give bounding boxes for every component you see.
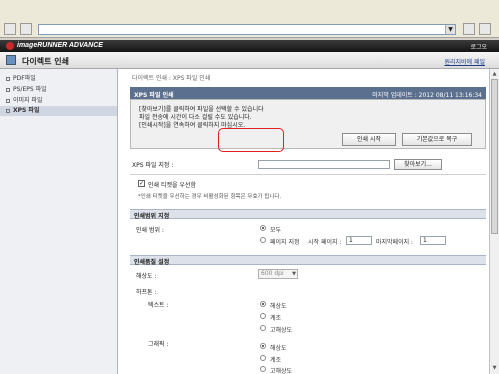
- bullet-icon: [6, 87, 10, 92]
- quality-section-header: 인쇄품질 설정: [130, 255, 486, 266]
- quality-section-title: 인쇄품질 설정: [134, 259, 170, 266]
- range-all-radio[interactable]: [260, 225, 266, 231]
- panel-title: XPS 파일 인쇄: [134, 92, 174, 99]
- browser-toolbar: ▼: [0, 0, 499, 38]
- last-updated: 마지막 업데이트 : 2012 08/11 13:16:34: [372, 92, 482, 99]
- ticket-note: *인쇄 티켓을 우선하는 경우 비활성화된 항목은 무효가 됩니다.: [138, 194, 282, 200]
- text-halftone-label: 텍스트 :: [148, 302, 169, 309]
- resolution-label: 해상도 :: [136, 273, 157, 280]
- back-icon[interactable]: [4, 23, 16, 35]
- panel-header: XPS 파일 인쇄 마지막 업데이트 : 2012 08/11 13:16:34: [130, 87, 486, 99]
- page-header: 다이렉트 인쇄 원리지비에 패일: [0, 52, 499, 69]
- bullet-icon: [6, 108, 10, 113]
- range-start-label: 시작 페이지 :: [308, 239, 342, 246]
- text-halftone-radio[interactable]: [260, 301, 266, 307]
- sidebar-item-image[interactable]: 이미지 파일: [6, 95, 43, 104]
- sidebar-item-label: PS/EPS 파일: [13, 86, 47, 93]
- browse-button[interactable]: 찾아보기...: [394, 159, 442, 170]
- graphic-halftone-option: 해상도: [270, 345, 287, 352]
- file-path-label: XPS 파일 지정 :: [132, 162, 174, 169]
- direct-print-icon: [6, 55, 16, 65]
- range-pages-radio[interactable]: [260, 237, 266, 243]
- ticket-checkbox-label: 인쇄 티켓을 우선함: [148, 182, 196, 189]
- print-start-highlight: [218, 128, 284, 152]
- restore-default-button[interactable]: 기본값으로 복구: [402, 133, 472, 146]
- divider: [130, 174, 486, 175]
- breadcrumb: 다이렉트 인쇄 : XPS 파일 인쇄: [132, 75, 211, 82]
- sidebar-item-ps-eps[interactable]: PS/EPS 파일: [6, 84, 47, 93]
- chevron-down-icon[interactable]: ▼: [445, 25, 455, 34]
- bullet-icon: [6, 76, 10, 81]
- range-section-title: 인쇄범위 지정: [134, 213, 170, 220]
- file-path-input[interactable]: [258, 160, 390, 169]
- page-title: 다이렉트 인쇄: [22, 57, 69, 66]
- go-icon[interactable]: [463, 23, 475, 35]
- range-all-label: 모두: [270, 227, 282, 234]
- halftone-label: 하프톤 :: [136, 289, 157, 296]
- sidebar-item-label: PDF파일: [13, 75, 36, 82]
- text-halftone-option: 계조: [270, 315, 282, 322]
- range-label: 인쇄 범위 :: [136, 227, 164, 234]
- text-halftone-option: 해상도: [270, 303, 287, 310]
- refresh-icon[interactable]: [479, 23, 491, 35]
- graphic-halftone-label: 그래픽 :: [148, 341, 169, 348]
- graphic-halftone-radio[interactable]: [260, 343, 266, 349]
- chevron-down-icon: ▼: [292, 271, 296, 277]
- address-bar[interactable]: ▼: [38, 24, 456, 35]
- help-link[interactable]: 원리지비에 패일: [444, 57, 485, 66]
- text-halftone-radio[interactable]: [260, 313, 266, 319]
- main-content: 다이렉트 인쇄 : XPS 파일 인쇄 XPS 파일 인쇄 마지막 업데이트 :…: [118, 69, 489, 374]
- vertical-scrollbar[interactable]: ▲ ▼: [489, 69, 499, 374]
- sidebar-item-xps[interactable]: XPS 파일: [0, 106, 117, 116]
- resolution-value: 600 dpi: [261, 270, 284, 277]
- panel-body: [찾아보기]를 클릭하여 파일을 선택할 수 있습니다 파일 전송에 시간이 다…: [130, 99, 486, 149]
- scroll-thumb[interactable]: [491, 79, 498, 234]
- graphic-halftone-radio[interactable]: [260, 355, 266, 361]
- graphic-halftone-radio[interactable]: [260, 366, 266, 372]
- forward-icon[interactable]: [20, 23, 32, 35]
- scroll-down-icon[interactable]: ▼: [491, 364, 498, 372]
- graphic-halftone-option: 고해상도: [270, 368, 293, 374]
- range-pages-label: 페이지 지정: [270, 239, 300, 246]
- brand-name: imageRUNNER ADVANCE: [17, 42, 103, 49]
- print-start-button[interactable]: 인쇄 시작: [342, 133, 396, 146]
- bullet-icon: [6, 98, 10, 103]
- ticket-checkbox[interactable]: ✓: [138, 180, 145, 187]
- sidebar: PDF파일 PS/EPS 파일 이미지 파일 XPS 파일: [0, 69, 118, 374]
- range-section-header: 인쇄범위 지정: [130, 209, 486, 220]
- text-halftone-radio[interactable]: [260, 325, 266, 331]
- sidebar-item-label: XPS 파일: [13, 107, 40, 114]
- sidebar-item-label: 이미지 파일: [13, 97, 43, 104]
- scroll-up-icon[interactable]: ▲: [491, 70, 498, 78]
- resolution-select[interactable]: 600 dpi ▼: [258, 269, 298, 279]
- range-start-input[interactable]: 1: [346, 236, 372, 245]
- range-end-label: 마지막페이지 :: [376, 239, 414, 246]
- text-halftone-option: 고해상도: [270, 327, 293, 334]
- graphic-halftone-option: 계조: [270, 357, 282, 364]
- logout-link[interactable]: 로그오: [470, 42, 487, 51]
- brand-logo-icon: [6, 42, 14, 50]
- sidebar-item-pdf[interactable]: PDF파일: [6, 73, 36, 82]
- brand-bar: imageRUNNER ADVANCE 로그오: [0, 40, 499, 52]
- range-end-input[interactable]: 1: [420, 236, 446, 245]
